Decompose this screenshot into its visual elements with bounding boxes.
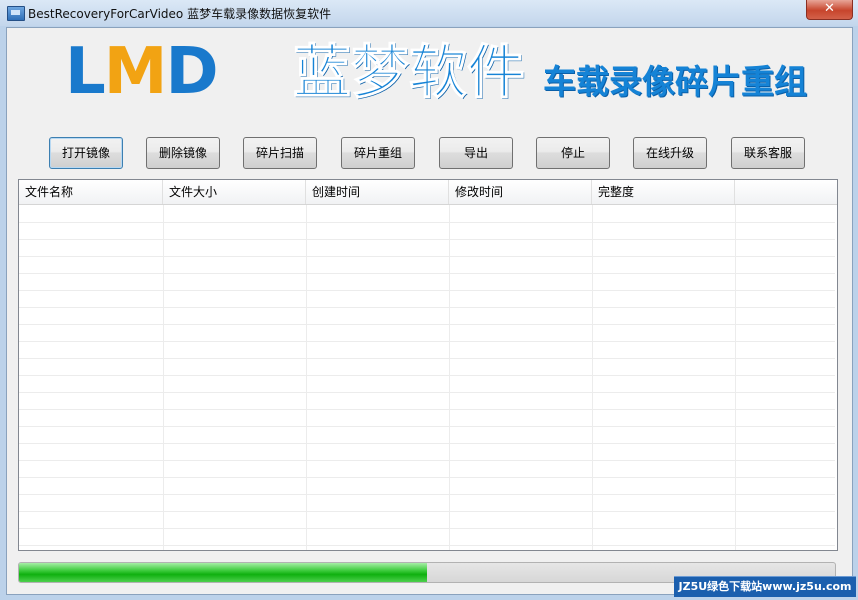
table-row (19, 443, 835, 461)
table-row (19, 426, 835, 444)
stop-button[interactable]: 停止 (536, 137, 610, 169)
file-list-body[interactable] (19, 205, 835, 550)
close-icon: ✕ (824, 1, 835, 16)
title-bar[interactable]: BestRecoveryForCarVideo 蓝梦车载录像数据恢复软件 ✕ (0, 0, 858, 26)
lmd-logo: LMD (65, 40, 219, 104)
fragment-scan-button[interactable]: 碎片扫描 (243, 137, 317, 169)
table-row (19, 307, 835, 325)
brand-name: 蓝梦软件 (292, 38, 526, 106)
site-watermark: JZ5U绿色下载站www.jz5u.com (674, 576, 856, 597)
table-row (19, 375, 835, 393)
export-button[interactable]: 导出 (439, 137, 513, 169)
table-row (19, 324, 835, 342)
table-row (19, 273, 835, 291)
table-row (19, 222, 835, 240)
file-list[interactable]: 文件名称 文件大小 创建时间 修改时间 完整度 (18, 179, 838, 551)
main-panel: LMD 蓝梦软件 车载录像碎片重组 打开镜像 删除镜像 碎片扫描 碎片重组 导出… (6, 27, 853, 595)
table-row (19, 392, 835, 410)
table-row (19, 511, 835, 529)
table-row (19, 409, 835, 427)
table-row (19, 239, 835, 257)
column-header-modified-time[interactable]: 修改时间 (449, 180, 592, 204)
table-row (19, 358, 835, 376)
logo-letter-m: M (103, 35, 168, 109)
logo-letter-d: D (165, 35, 218, 109)
contact-support-button[interactable]: 联系客服 (731, 137, 805, 169)
banner-subtitle: 车载录像碎片重组 (543, 62, 807, 101)
column-header-integrity[interactable]: 完整度 (592, 180, 735, 204)
table-row (19, 205, 835, 223)
table-row (19, 528, 835, 546)
table-row (19, 477, 835, 495)
table-row (19, 290, 835, 308)
close-button[interactable]: ✕ (806, 0, 853, 20)
logo-letter-l: L (65, 35, 106, 109)
app-window-icon (7, 6, 25, 21)
progress-fill (19, 563, 427, 582)
column-header-file-name[interactable]: 文件名称 (19, 180, 163, 204)
open-image-button[interactable]: 打开镜像 (49, 137, 123, 169)
column-header-file-size[interactable]: 文件大小 (163, 180, 306, 204)
delete-image-button[interactable]: 删除镜像 (146, 137, 220, 169)
window-title: BestRecoveryForCarVideo 蓝梦车载录像数据恢复软件 (28, 7, 332, 21)
column-header-created-time[interactable]: 创建时间 (306, 180, 449, 204)
table-row (19, 460, 835, 478)
file-list-header: 文件名称 文件大小 创建时间 修改时间 完整度 (19, 180, 837, 205)
table-row (19, 341, 835, 359)
table-row (19, 494, 835, 512)
table-row (19, 256, 835, 274)
column-header-filler (735, 180, 835, 204)
online-upgrade-button[interactable]: 在线升级 (633, 137, 707, 169)
fragment-reassemble-button[interactable]: 碎片重组 (341, 137, 415, 169)
